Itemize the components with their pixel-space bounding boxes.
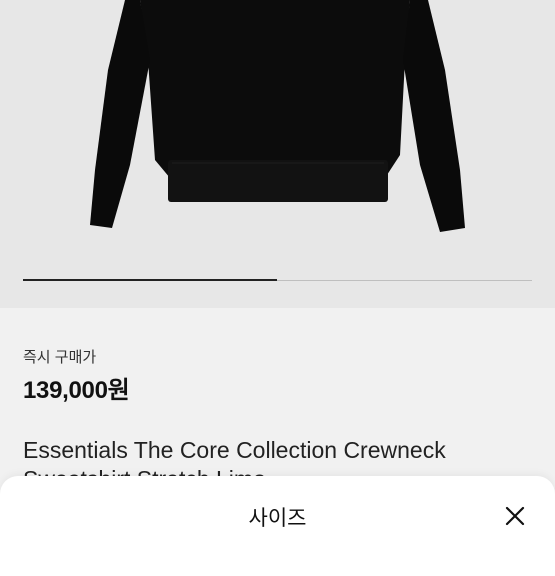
product-title-line: Essentials The Core Collection Crewneck xyxy=(23,437,446,463)
close-icon xyxy=(505,506,525,526)
sheet-title: 사이즈 xyxy=(248,507,307,530)
close-button[interactable] xyxy=(500,501,530,531)
carousel-progress xyxy=(23,279,532,281)
price-value: 139,000원 xyxy=(23,377,130,404)
carousel-progress-fill xyxy=(23,279,277,281)
sweatshirt-image xyxy=(90,0,465,232)
price-label: 즉시 구매가 xyxy=(23,349,97,366)
product-image[interactable] xyxy=(0,0,555,308)
